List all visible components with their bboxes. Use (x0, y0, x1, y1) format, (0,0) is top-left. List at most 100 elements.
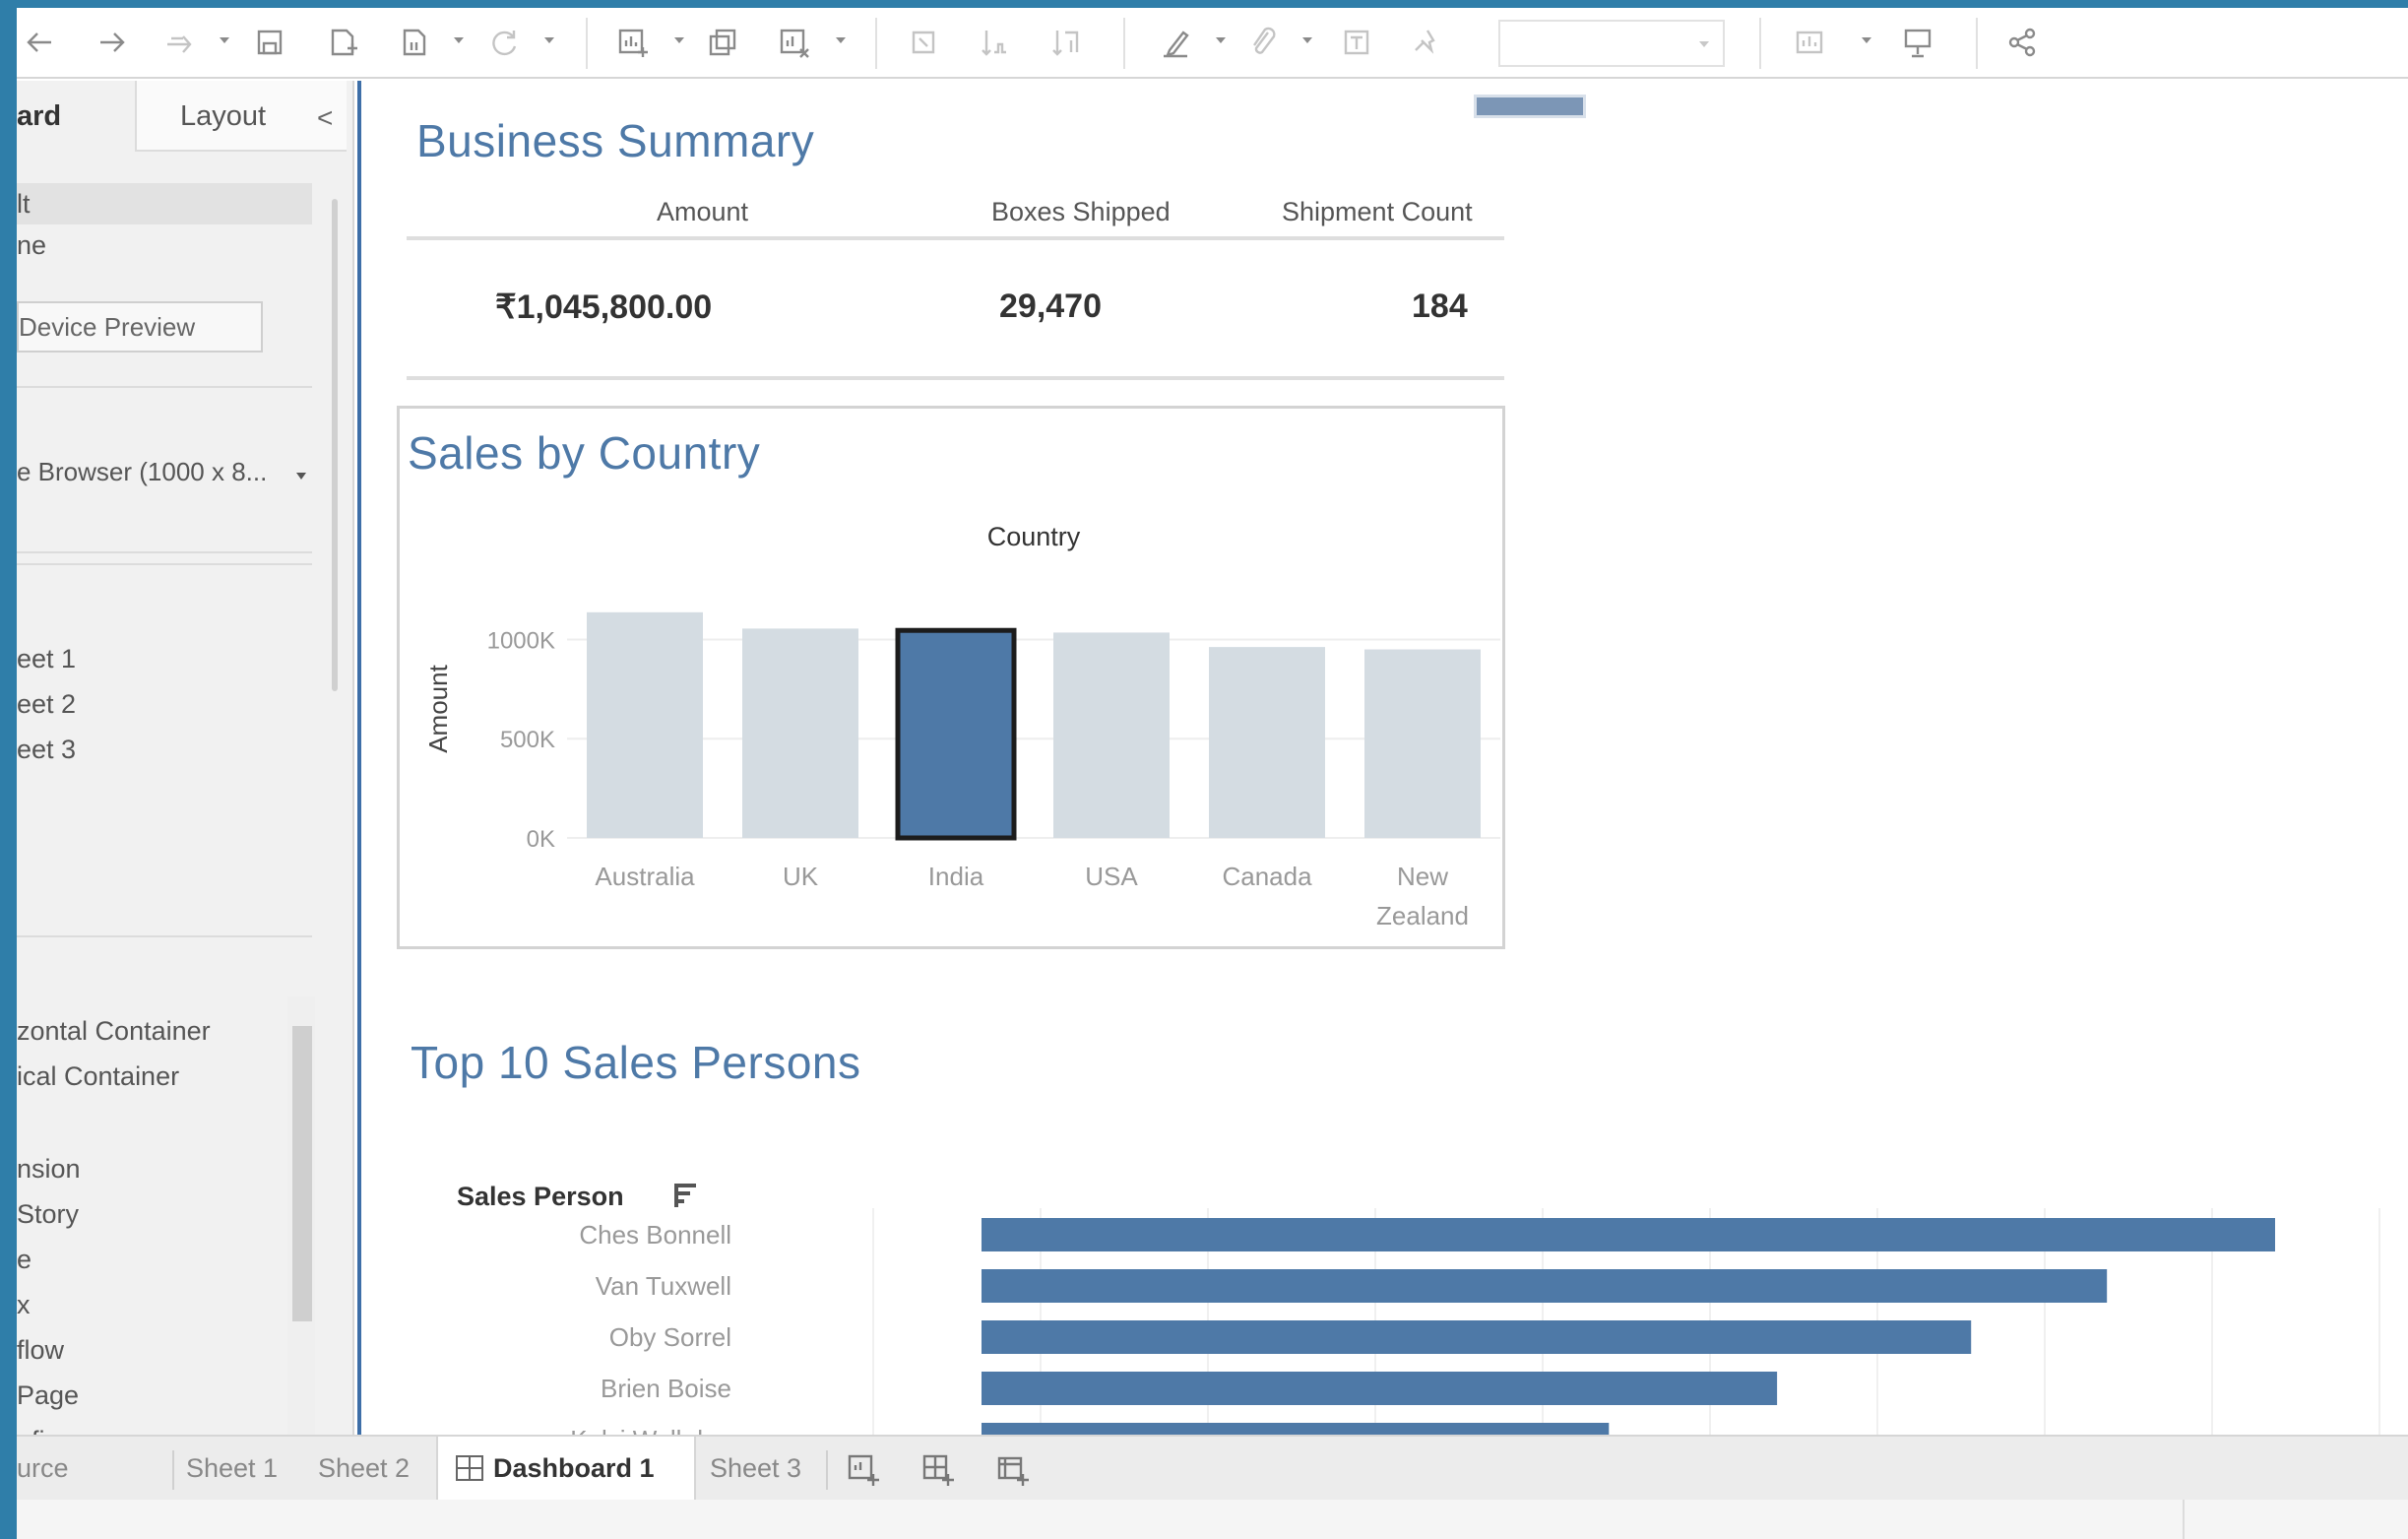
highlight-dropdown-icon[interactable] (1216, 37, 1226, 43)
tab-dashboard-1[interactable]: Dashboard 1 (436, 1437, 696, 1502)
bar-uk (742, 628, 858, 838)
y-tick-label: 1000K (487, 627, 555, 654)
x-tick-label: Zealand (1376, 901, 1469, 930)
object-horizontal-container[interactable]: zontal Container (17, 1016, 211, 1047)
clear-sheet-icon[interactable] (769, 18, 818, 67)
collapse-pane-icon[interactable]: < (317, 102, 333, 134)
fix-axes-pin-icon[interactable] (1403, 18, 1452, 67)
objects-scrollbar-thumb[interactable] (292, 1026, 312, 1321)
top-sales-persons-title: Top 10 Sales Persons (411, 1037, 861, 1088)
group-members-icon[interactable] (1237, 18, 1287, 67)
y-axis-title: Amount (423, 664, 453, 752)
sort-line (674, 1184, 678, 1207)
device-default[interactable]: lt (17, 183, 312, 224)
duplicate-sheet-icon[interactable] (698, 18, 747, 67)
value-shipment-count: 184 (1412, 288, 1468, 325)
size-select[interactable]: e Browser (1000 x 8... (17, 457, 312, 498)
dashboard-side-pane: ard Layout < lt ne Device Preview e Brow… (17, 81, 354, 1435)
sheet-list-item[interactable]: eet 3 (17, 735, 76, 765)
device-preview-button[interactable]: Device Preview (17, 301, 263, 353)
bar-india (895, 627, 1017, 841)
clear-dropdown-icon[interactable] (836, 37, 846, 43)
header-shipment-count: Shipment Count (1282, 197, 1473, 226)
data-dropdown-icon[interactable] (454, 37, 464, 43)
sort-ascending-icon[interactable] (970, 18, 1019, 67)
dashboard-grid-icon (456, 1455, 483, 1481)
x-tick-label: India (928, 862, 984, 891)
tab-data-source[interactable]: urce (17, 1437, 164, 1502)
container-drag-handle[interactable] (1474, 95, 1586, 118)
tableau-window: ard Layout < lt ne Device Preview e Brow… (17, 8, 2408, 1539)
sales-person-label: Ches Bonnell (579, 1220, 731, 1250)
sales-person-bar (982, 1423, 1610, 1435)
sales-person-bar (982, 1269, 2108, 1303)
tab-sheet-1[interactable]: Sheet 1 (186, 1437, 278, 1502)
sort-indicator-icon (674, 1184, 696, 1207)
toolbar (17, 8, 2408, 79)
sheet-tab-bar: urce Sheet 1 Sheet 2 Dashboard 1 Sheet 3 (17, 1435, 2408, 1502)
presentation-mode-icon[interactable] (1893, 18, 1942, 67)
tab-dashboard-1-label: Dashboard 1 (493, 1453, 655, 1483)
sales-person-label: Oby Sorrel (609, 1322, 731, 1352)
device-phone[interactable]: ne (17, 230, 46, 261)
sales-person-bar (982, 1372, 1778, 1405)
group-dropdown-icon[interactable] (1302, 37, 1312, 43)
tab-sheet-3[interactable]: Sheet 3 (710, 1437, 801, 1502)
object-vertical-container[interactable]: ical Container (17, 1061, 179, 1092)
undo-redo-icon[interactable] (155, 18, 204, 67)
new-story-tab-icon[interactable] (993, 1450, 1033, 1490)
x-tick-label: Canada (1222, 862, 1312, 891)
status-bar-panel (2183, 1500, 2408, 1539)
status-bar (17, 1500, 2408, 1539)
object-image[interactable]: e (17, 1245, 32, 1275)
y-tick-label: 500K (500, 727, 555, 753)
object-text[interactable]: x (17, 1290, 31, 1320)
sheet-list-item[interactable]: eet 1 (17, 644, 76, 674)
tab-layout[interactable]: Layout (135, 81, 347, 152)
new-worksheet-tab-icon[interactable] (844, 1450, 883, 1490)
show-mark-labels-icon[interactable] (1332, 18, 1381, 67)
save-icon[interactable] (245, 18, 294, 67)
y-tick-label: 0K (527, 826, 555, 853)
dashboard-canvas: Business Summary Amount Boxes Shipped Sh… (357, 81, 2408, 1435)
object-story[interactable]: Story (17, 1199, 79, 1230)
pause-updates-icon[interactable] (389, 18, 438, 67)
cards-dropdown-icon[interactable] (1862, 37, 1871, 43)
new-worksheet-icon[interactable] (607, 18, 657, 67)
tab-dashboard[interactable]: ard (17, 81, 135, 152)
object-extension[interactable]: nsion (17, 1154, 81, 1185)
header-amount: Amount (657, 197, 749, 226)
top-sales-persons-chart: Sales Person Ches Bonnell Van Tuxwell Oby S… (457, 1182, 2380, 1435)
sales-person-bar (982, 1218, 2275, 1251)
column-header-country: Country (987, 522, 1081, 551)
undo-dropdown-icon[interactable] (220, 37, 229, 43)
back-arrow-icon[interactable] (17, 18, 66, 67)
sales-person-bar (982, 1320, 1972, 1354)
refresh-dropdown-icon[interactable] (544, 37, 554, 43)
object-web-page[interactable]: Page (17, 1380, 79, 1411)
value-amount: ₹1,045,800.00 (495, 289, 713, 326)
sort-descending-icon[interactable] (1041, 18, 1090, 67)
new-data-source-icon[interactable] (317, 18, 366, 67)
sales-by-country-chart: Country Amount 0K 500K 1000K Australia UK India… (423, 522, 1500, 930)
forward-arrow-icon[interactable] (86, 18, 135, 67)
refresh-icon[interactable] (479, 18, 529, 67)
pane-scrollbar[interactable] (332, 199, 338, 691)
new-worksheet-dropdown-icon[interactable] (674, 37, 684, 43)
x-tick-label: Australia (595, 862, 695, 891)
object-workflow[interactable]: flow (17, 1335, 64, 1366)
fit-dropdown[interactable] (1498, 20, 1725, 67)
x-tick-label: USA (1085, 862, 1138, 891)
sales-person-label: Kelci Walkden (570, 1425, 731, 1435)
object-partial[interactable]: ofien (17, 1426, 75, 1435)
x-tick-label: UK (783, 862, 819, 891)
highlight-pen-icon[interactable] (1151, 18, 1200, 67)
x-tick-label: New (1397, 862, 1448, 891)
show-cards-icon[interactable] (1785, 18, 1834, 67)
new-dashboard-tab-icon[interactable] (919, 1450, 958, 1490)
sheet-list-item[interactable]: eet 2 (17, 689, 76, 720)
tab-sheet-2[interactable]: Sheet 2 (318, 1437, 410, 1502)
share-icon[interactable] (1997, 18, 2047, 67)
swap-rows-columns-icon[interactable] (899, 18, 948, 67)
sales-person-label: Van Tuxwell (596, 1271, 731, 1301)
